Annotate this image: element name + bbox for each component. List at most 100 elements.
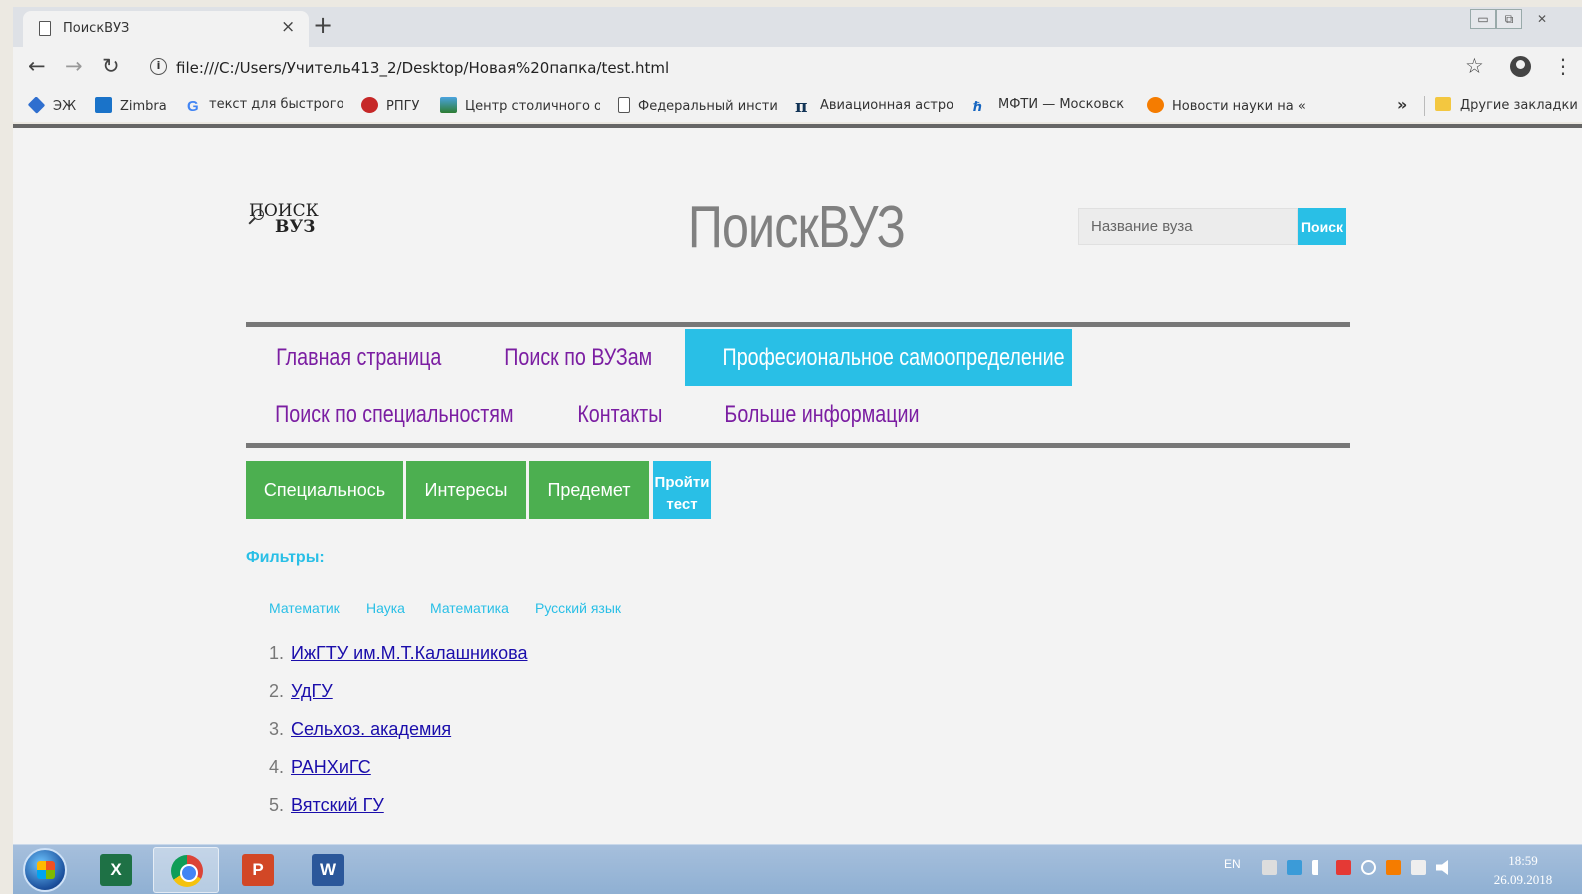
browser-window: ПоискВУЗ × + ▭ ⧉ ✕ ← → ↻ i file:///C:/Us… <box>13 7 1582 129</box>
app-tray-icon[interactable] <box>1287 860 1302 875</box>
science-news-icon <box>1147 97 1164 113</box>
mipt-icon: ℏ <box>973 100 983 115</box>
menu-top-divider <box>246 322 1350 327</box>
menu-item-contacts[interactable]: Контакты <box>542 386 697 443</box>
page-icon <box>39 21 51 36</box>
menu-item-home[interactable]: Главная страница <box>246 329 471 386</box>
taskbar-word[interactable]: W <box>295 847 361 893</box>
browser-toolbar: ← → ↻ i file:///C:/Users/Учитель413_2/De… <box>13 47 1582 88</box>
specialty-button[interactable]: Специальнось <box>246 461 403 519</box>
excel-icon: X <box>100 854 132 886</box>
kebab-menu-icon[interactable]: ⋮ <box>1553 54 1573 78</box>
bookmark-item[interactable]: Zimbra <box>95 97 175 115</box>
menu-bottom-divider <box>246 443 1350 448</box>
new-tab-button[interactable]: + <box>313 11 333 39</box>
clock[interactable]: 18:59 26.09.2018 <box>1487 851 1559 889</box>
search-button[interactable]: Поиск <box>1298 208 1346 245</box>
tab-strip: ПоискВУЗ × + ▭ ⧉ ✕ <box>13 7 1582 47</box>
taskbar-chrome[interactable] <box>153 847 219 893</box>
flag-icon[interactable] <box>1336 860 1351 875</box>
list-item: 2. УдГУ <box>269 681 333 701</box>
list-item: 4. РАНХиГС <box>269 757 371 777</box>
start-button[interactable] <box>23 848 67 892</box>
list-item: 5. Вятский ГУ <box>269 795 384 815</box>
restore-button[interactable]: ⧉ <box>1496 9 1522 29</box>
info-icon[interactable]: i <box>150 58 167 75</box>
bookmark-item[interactable]: Gтекст для быстрого <box>187 97 343 115</box>
close-tab-icon[interactable]: × <box>281 17 295 37</box>
university-link[interactable]: Сельхоз. академия <box>291 719 451 739</box>
other-bookmarks-folder[interactable]: Другие закладки <box>1435 97 1582 115</box>
list-item: 1. ИжГТУ им.М.Т.Калашникова <box>269 643 528 663</box>
zimbra-icon <box>95 97 112 113</box>
menu-item-search-specialties[interactable]: Поиск по специальностям <box>246 386 542 443</box>
rpgu-icon <box>361 97 378 113</box>
folder-icon <box>1435 97 1451 111</box>
university-link[interactable]: УдГУ <box>291 681 333 701</box>
taskbar-excel[interactable]: X <box>83 847 149 893</box>
menu-item-more-info[interactable]: Больше информации <box>697 386 947 443</box>
bookmarks-bar: ЭЖ Zimbra Gтекст для быстрого РПГУ Центр… <box>13 88 1582 122</box>
bookmark-star-icon[interactable]: ☆ <box>1465 55 1484 77</box>
clock-date: 26.09.2018 <box>1493 872 1553 887</box>
tab-title: ПоискВУЗ <box>63 21 130 36</box>
taskbar-powerpoint[interactable]: P <box>225 847 291 893</box>
menu-item-search-universities[interactable]: Поиск по ВУЗам <box>471 329 686 386</box>
center-icon <box>440 97 457 113</box>
university-list: 1. ИжГТУ им.М.Т.Калашникова 2. УдГУ 3. Сель… <box>269 643 528 833</box>
page-icon <box>618 97 630 113</box>
subject-button[interactable]: Предемет <box>529 461 649 519</box>
browser-tab[interactable]: ПоискВУЗ × <box>23 11 309 47</box>
url-text[interactable]: file:///C:/Users/Учитель413_2/Desktop/Но… <box>176 59 669 77</box>
minimize-button[interactable]: ▭ <box>1470 9 1496 29</box>
account-icon[interactable] <box>1510 56 1531 77</box>
language-indicator[interactable]: EN <box>1224 857 1241 871</box>
network-icon[interactable] <box>1262 860 1277 875</box>
site-logo[interactable]: ПОИСК ВУЗ <box>249 201 329 237</box>
list-item: 3. Сельхоз. академия <box>269 719 452 739</box>
forward-arrow-icon[interactable]: → <box>65 55 83 77</box>
update-icon[interactable] <box>1386 860 1401 875</box>
university-link[interactable]: Вятский ГУ <box>291 795 384 815</box>
bookmark-item[interactable]: РПГУ <box>361 97 429 115</box>
shield-icon[interactable] <box>1361 860 1376 875</box>
bookmark-item[interactable]: ЭЖ <box>28 97 83 115</box>
book-stack-icon <box>28 97 46 114</box>
bookmark-item[interactable]: π Авиационная астро <box>795 97 953 115</box>
pi-icon: π <box>795 97 808 115</box>
address-bar[interactable]: i file:///C:/Users/Учитель413_2/Desktop/… <box>138 51 1490 83</box>
bookmark-item[interactable]: Центр столичного о <box>440 97 600 115</box>
filters-label: Фильтры: <box>246 549 325 566</box>
more-bookmarks-icon[interactable]: » <box>1397 95 1407 114</box>
search-input[interactable] <box>1078 208 1298 245</box>
google-icon: G <box>187 98 199 115</box>
menu-item-career-guidance[interactable]: Професиональное самоопределение <box>685 329 1072 386</box>
filter-chip[interactable]: Математик <box>269 600 340 616</box>
interests-button[interactable]: Интересы <box>406 461 526 519</box>
signal-icon[interactable] <box>1312 860 1327 875</box>
chrome-icon <box>171 855 203 887</box>
university-link[interactable]: ИжГТУ им.М.Т.Калашникова <box>291 643 528 663</box>
bookmark-item[interactable]: Новости науки на « <box>1147 97 1309 115</box>
word-icon: W <box>312 854 344 886</box>
reload-icon[interactable]: ↻ <box>102 55 120 77</box>
filter-chip[interactable]: Наука <box>366 600 405 616</box>
bookmarks-divider <box>1424 96 1425 116</box>
filter-chip[interactable]: Математика <box>430 600 509 616</box>
web-page: ПОИСК ВУЗ ПоискВУЗ Поиск Главная страниц… <box>13 128 1582 844</box>
back-arrow-icon[interactable]: ← <box>28 55 46 77</box>
page-title: ПоискВУЗ <box>688 194 906 260</box>
volume-icon[interactable] <box>1436 860 1448 875</box>
close-window-button[interactable]: ✕ <box>1522 9 1562 29</box>
bookmark-item[interactable]: Федеральный инсти <box>618 97 778 115</box>
taskbar: X P W EN 18:59 26.09.2018 <box>13 844 1582 894</box>
device-icon[interactable] <box>1411 860 1426 875</box>
take-test-button[interactable]: Пройти тест <box>653 461 711 519</box>
university-link[interactable]: РАНХиГС <box>291 757 371 777</box>
logo-line2: ВУЗ <box>275 217 316 237</box>
clock-time: 18:59 <box>1508 853 1538 868</box>
magnifier-icon <box>253 209 264 220</box>
filter-chip[interactable]: Русский язык <box>535 600 621 616</box>
bookmark-item[interactable]: ℏ МФТИ — Московск <box>973 97 1133 115</box>
window-controls: ▭ ⧉ ✕ <box>1470 9 1582 31</box>
